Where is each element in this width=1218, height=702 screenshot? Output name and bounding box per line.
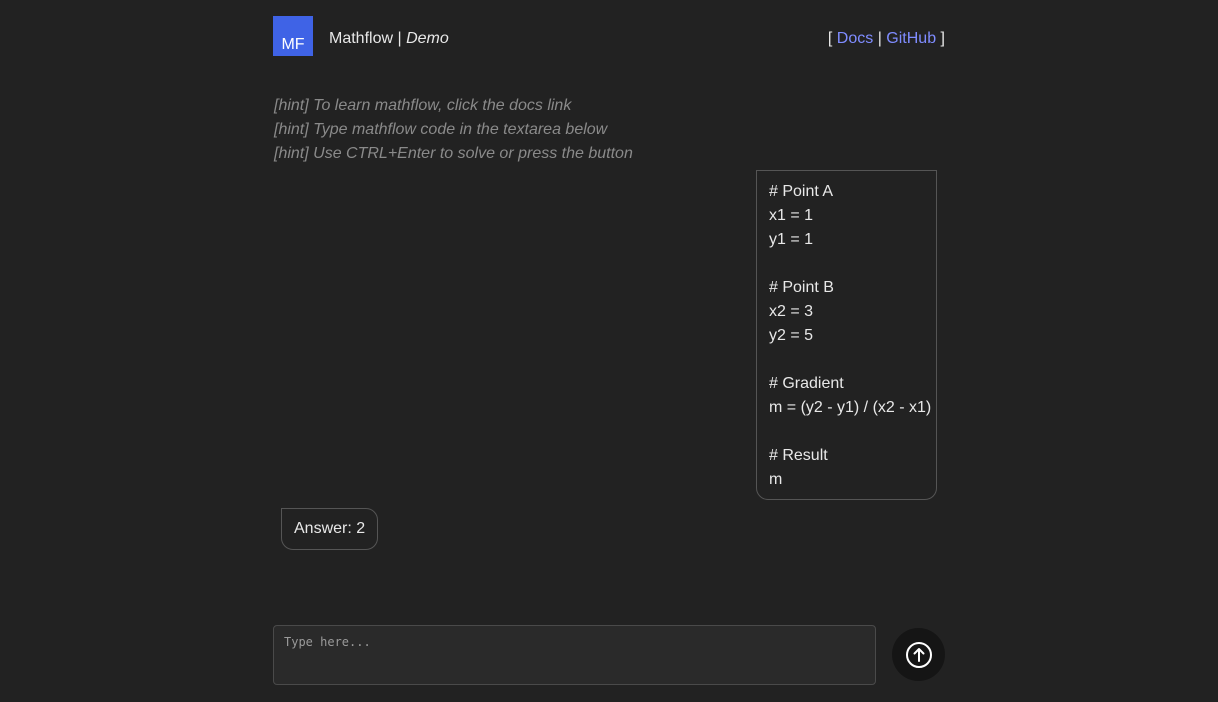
answer-message: Answer: 2 [281, 508, 379, 550]
hint-line: [hint] Type mathflow code in the textare… [274, 121, 608, 138]
code-line: # Gradient [769, 375, 844, 392]
code-line: # Point B [769, 279, 834, 296]
docs-link[interactable]: Docs [837, 30, 873, 47]
arrow-up-circle-icon [905, 641, 933, 669]
app-subtitle: Demo [406, 30, 449, 47]
app-page: MF Mathflow | Demo [ Docs | GitHub ] [hi… [0, 0, 1218, 702]
hint-list: [hint] To learn mathflow, click the docs… [274, 94, 874, 166]
code-line: x2 = 3 [769, 303, 814, 320]
title-separator: | [397, 30, 402, 47]
logo: MF [273, 16, 313, 56]
bracket-open: [ [827, 30, 833, 47]
code-line: m = (y2 - y1) / (x2 - x1) [769, 399, 932, 416]
hint-line: [hint] Use CTRL+Enter to solve or press … [274, 145, 633, 162]
github-link[interactable]: GitHub [886, 30, 936, 47]
code-line: # Point A [769, 183, 834, 200]
header-links: [ Docs | GitHub ] [828, 29, 945, 49]
code-line: m [769, 471, 783, 488]
app-name: Mathflow [329, 30, 394, 47]
page-title: Mathflow | Demo [329, 29, 449, 49]
code-input[interactable] [273, 625, 876, 685]
code-line: x1 = 1 [769, 207, 814, 224]
link-separator: | [877, 30, 882, 47]
user-code-message: # Point A x1 = 1 y1 = 1 # Point B x2 = 3… [756, 170, 937, 500]
bracket-close: ] [940, 30, 945, 47]
header: MF Mathflow | Demo [ Docs | GitHub ] [273, 16, 945, 56]
code-line: y1 = 1 [769, 231, 814, 248]
code-line: y2 = 5 [769, 327, 814, 344]
solve-button[interactable] [892, 628, 945, 681]
code-line: # Result [769, 447, 828, 464]
hint-line: [hint] To learn mathflow, click the docs… [274, 97, 572, 114]
